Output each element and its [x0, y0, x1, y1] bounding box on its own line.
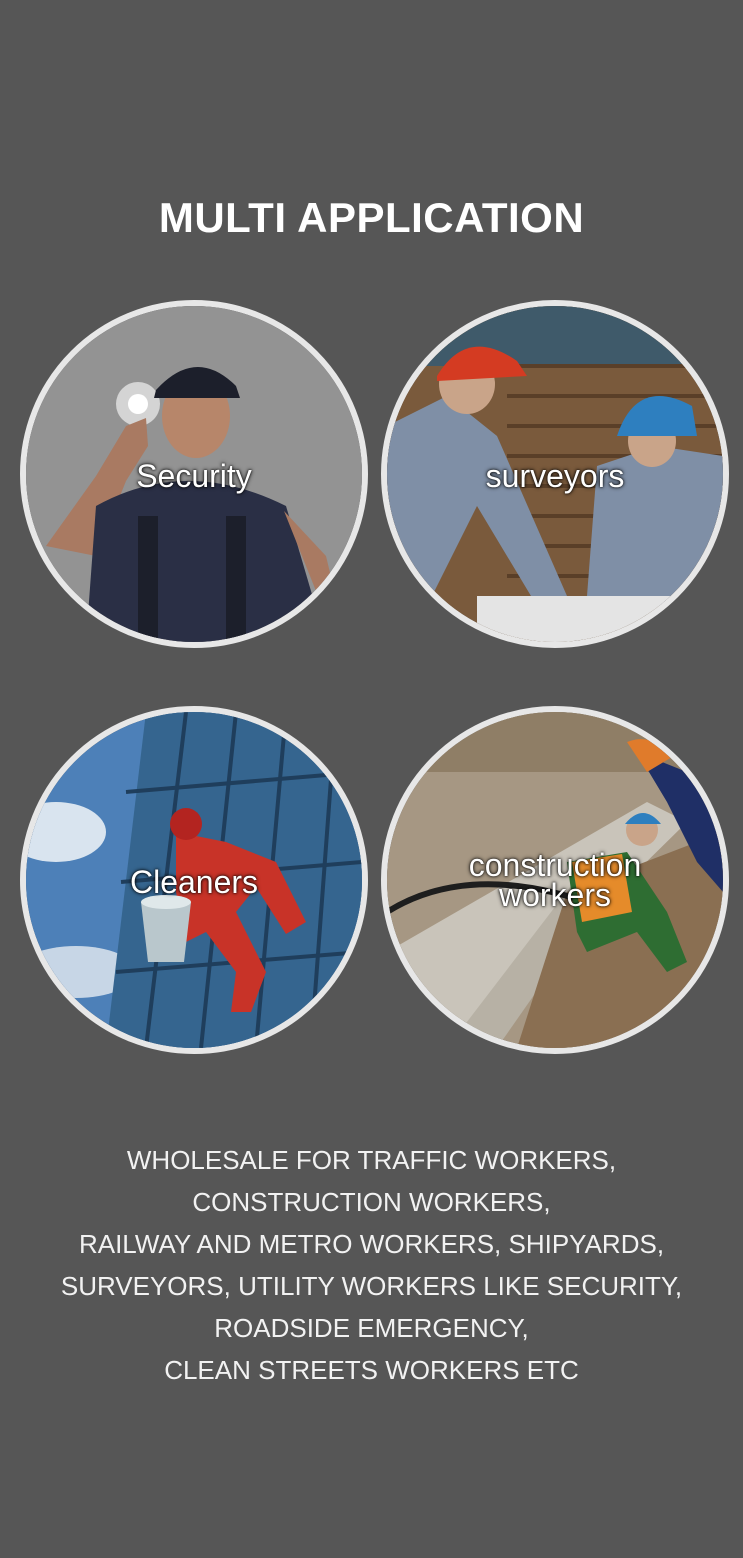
security-label: Security	[136, 458, 252, 494]
construction-workers-label: construction workers	[387, 847, 723, 913]
description-line: ROADSIDE EMERGENCY,	[214, 1313, 529, 1343]
description-line: CLEAN STREETS WORKERS ETC	[164, 1355, 579, 1385]
security-application-card: Security	[20, 300, 368, 648]
construction-workers-application-card: construction workers	[381, 706, 729, 1054]
description-line: SURVEYORS, UTILITY WORKERS LIKE SECURITY…	[60, 1271, 683, 1301]
cleaners-application-card: Cleaners	[20, 706, 368, 1054]
applications-description: WHOLESALE FOR TRAFFIC WORKERS, CONSTRUCT…	[0, 1139, 743, 1391]
description-line: RAILWAY AND METRO WORKERS, SHIPYARDS,	[78, 1229, 665, 1259]
cleaners-label: Cleaners	[129, 864, 259, 900]
surveyors-label: surveyors	[485, 458, 625, 494]
description-line: WHOLESALE FOR TRAFFIC WORKERS,	[126, 1145, 617, 1175]
page-title: MULTI APPLICATION	[158, 194, 585, 241]
description-line: CONSTRUCTION WORKERS,	[192, 1187, 551, 1217]
construction-workers-label-line2: workers	[498, 877, 611, 913]
surveyors-application-card: surveyors	[381, 300, 729, 648]
construction-workers-label-line1: construction	[468, 847, 642, 883]
